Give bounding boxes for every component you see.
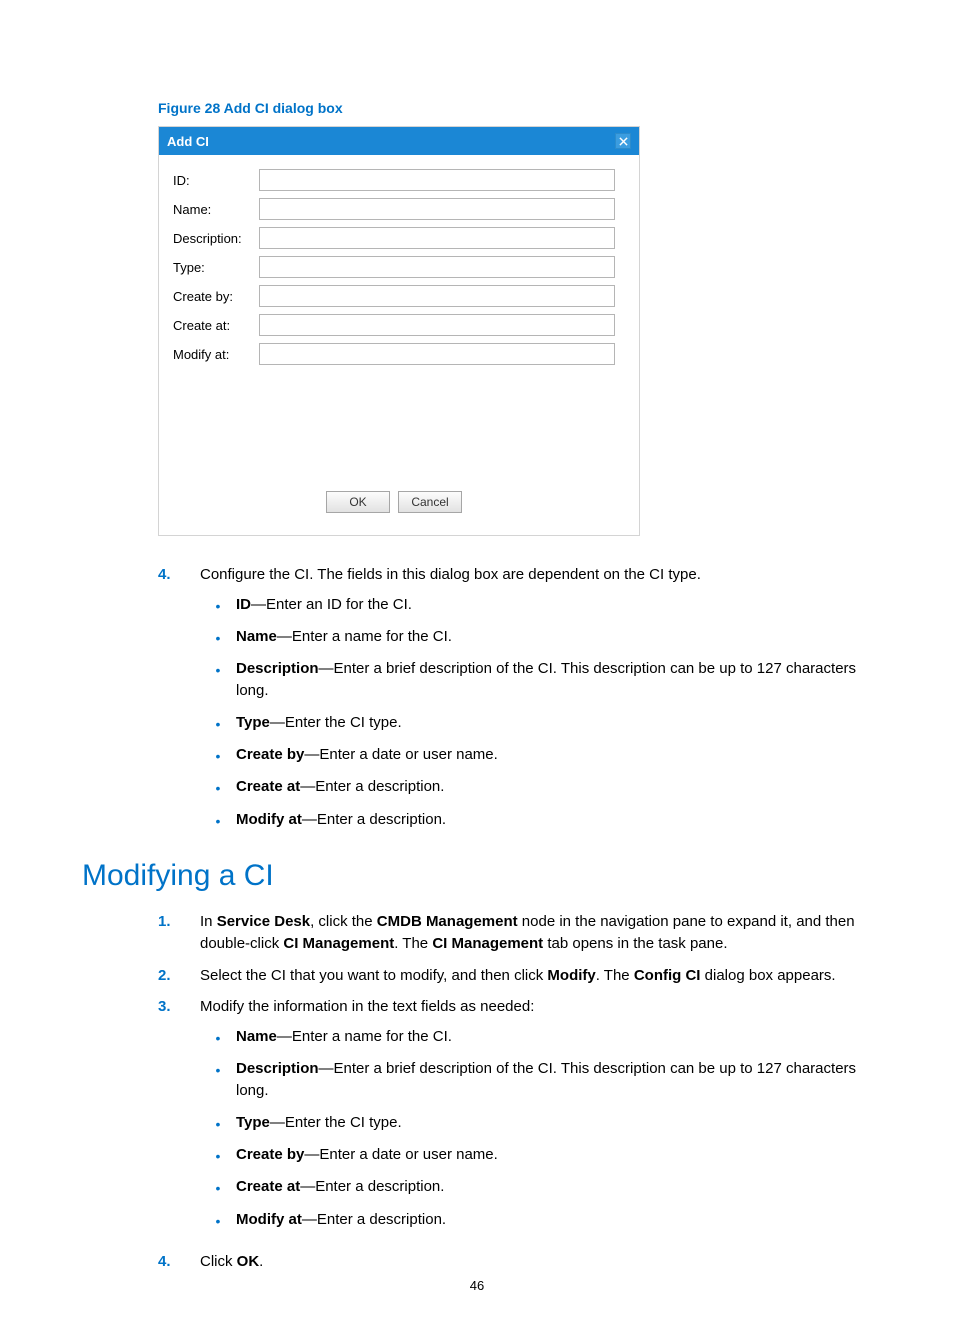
- modify-at-field[interactable]: [259, 343, 615, 365]
- steps-list-2: 1. In Service Desk, click the CMDB Manag…: [82, 911, 872, 1273]
- label-create-at: Create at:: [173, 318, 259, 333]
- bullet-icon: •: [200, 1176, 236, 1198]
- bullet-icon: •: [200, 809, 236, 831]
- bullet-icon: •: [200, 1026, 236, 1048]
- label-modify-at: Modify at:: [173, 347, 259, 362]
- label-name: Name:: [173, 202, 259, 217]
- add-ci-dialog: Add CI ID: Name: Description:: [158, 126, 640, 536]
- list-item: Create by—Enter a date or user name.: [236, 1144, 872, 1166]
- step-number: 4.: [158, 564, 200, 841]
- list-item: Name—Enter a name for the CI.: [236, 1026, 872, 1048]
- list-item: Modify at—Enter a description.: [236, 1209, 872, 1231]
- steps-list-1: 4. Configure the CI. The fields in this …: [82, 564, 872, 841]
- bullet-icon: •: [200, 1209, 236, 1231]
- bullet-icon: •: [200, 712, 236, 734]
- create-at-field[interactable]: [259, 314, 615, 336]
- list-item: Description—Enter a brief description of…: [236, 658, 872, 702]
- ok-button[interactable]: OK: [326, 491, 390, 513]
- bullet-icon: •: [200, 658, 236, 702]
- label-description: Description:: [173, 231, 259, 246]
- step-text: Modify the information in the text field…: [200, 998, 534, 1015]
- step-text: Configure the CI. The fields in this dia…: [200, 566, 701, 583]
- list-item: Description—Enter a brief description of…: [236, 1058, 872, 1102]
- list-item: ID—Enter an ID for the CI.: [236, 594, 872, 616]
- step-number: 1.: [158, 911, 200, 955]
- list-item: Type—Enter the CI type.: [236, 712, 872, 734]
- step-text: Select the CI that you want to modify, a…: [200, 965, 872, 987]
- list-item: Create at—Enter a description.: [236, 776, 872, 798]
- create-by-field[interactable]: [259, 285, 615, 307]
- bullet-icon: •: [200, 744, 236, 766]
- step-number: 3.: [158, 996, 200, 1241]
- label-id: ID:: [173, 173, 259, 188]
- dialog-body: ID: Name: Description: Type: Create by:: [159, 155, 639, 535]
- dialog-titlebar: Add CI: [159, 127, 639, 155]
- bullet-icon: •: [200, 626, 236, 648]
- bullet-icon: •: [200, 594, 236, 616]
- list-item: Name—Enter a name for the CI.: [236, 626, 872, 648]
- description-field[interactable]: [259, 227, 615, 249]
- list-item: Create at—Enter a description.: [236, 1176, 872, 1198]
- type-field[interactable]: [259, 256, 615, 278]
- close-icon[interactable]: [615, 133, 631, 149]
- label-create-by: Create by:: [173, 289, 259, 304]
- bullet-icon: •: [200, 1058, 236, 1102]
- cancel-button[interactable]: Cancel: [398, 491, 462, 513]
- figure-caption: Figure 28 Add CI dialog box: [158, 100, 872, 116]
- step-number: 4.: [158, 1251, 200, 1273]
- heading-modifying-ci: Modifying a CI: [82, 859, 872, 893]
- step-number: 2.: [158, 965, 200, 987]
- bullet-icon: •: [200, 1112, 236, 1134]
- list-item: Create by—Enter a date or user name.: [236, 744, 872, 766]
- id-field[interactable]: [259, 169, 615, 191]
- step-text: Click OK.: [200, 1251, 872, 1273]
- name-field[interactable]: [259, 198, 615, 220]
- list-item: Type—Enter the CI type.: [236, 1112, 872, 1134]
- dialog-figure: Add CI ID: Name: Description:: [158, 126, 872, 536]
- bullet-icon: •: [200, 1144, 236, 1166]
- list-item: Modify at—Enter a description.: [236, 809, 872, 831]
- bullet-icon: •: [200, 776, 236, 798]
- page-number: 46: [0, 1278, 954, 1293]
- dialog-title: Add CI: [167, 134, 209, 149]
- step-text: In Service Desk, click the CMDB Manageme…: [200, 911, 872, 955]
- label-type: Type:: [173, 260, 259, 275]
